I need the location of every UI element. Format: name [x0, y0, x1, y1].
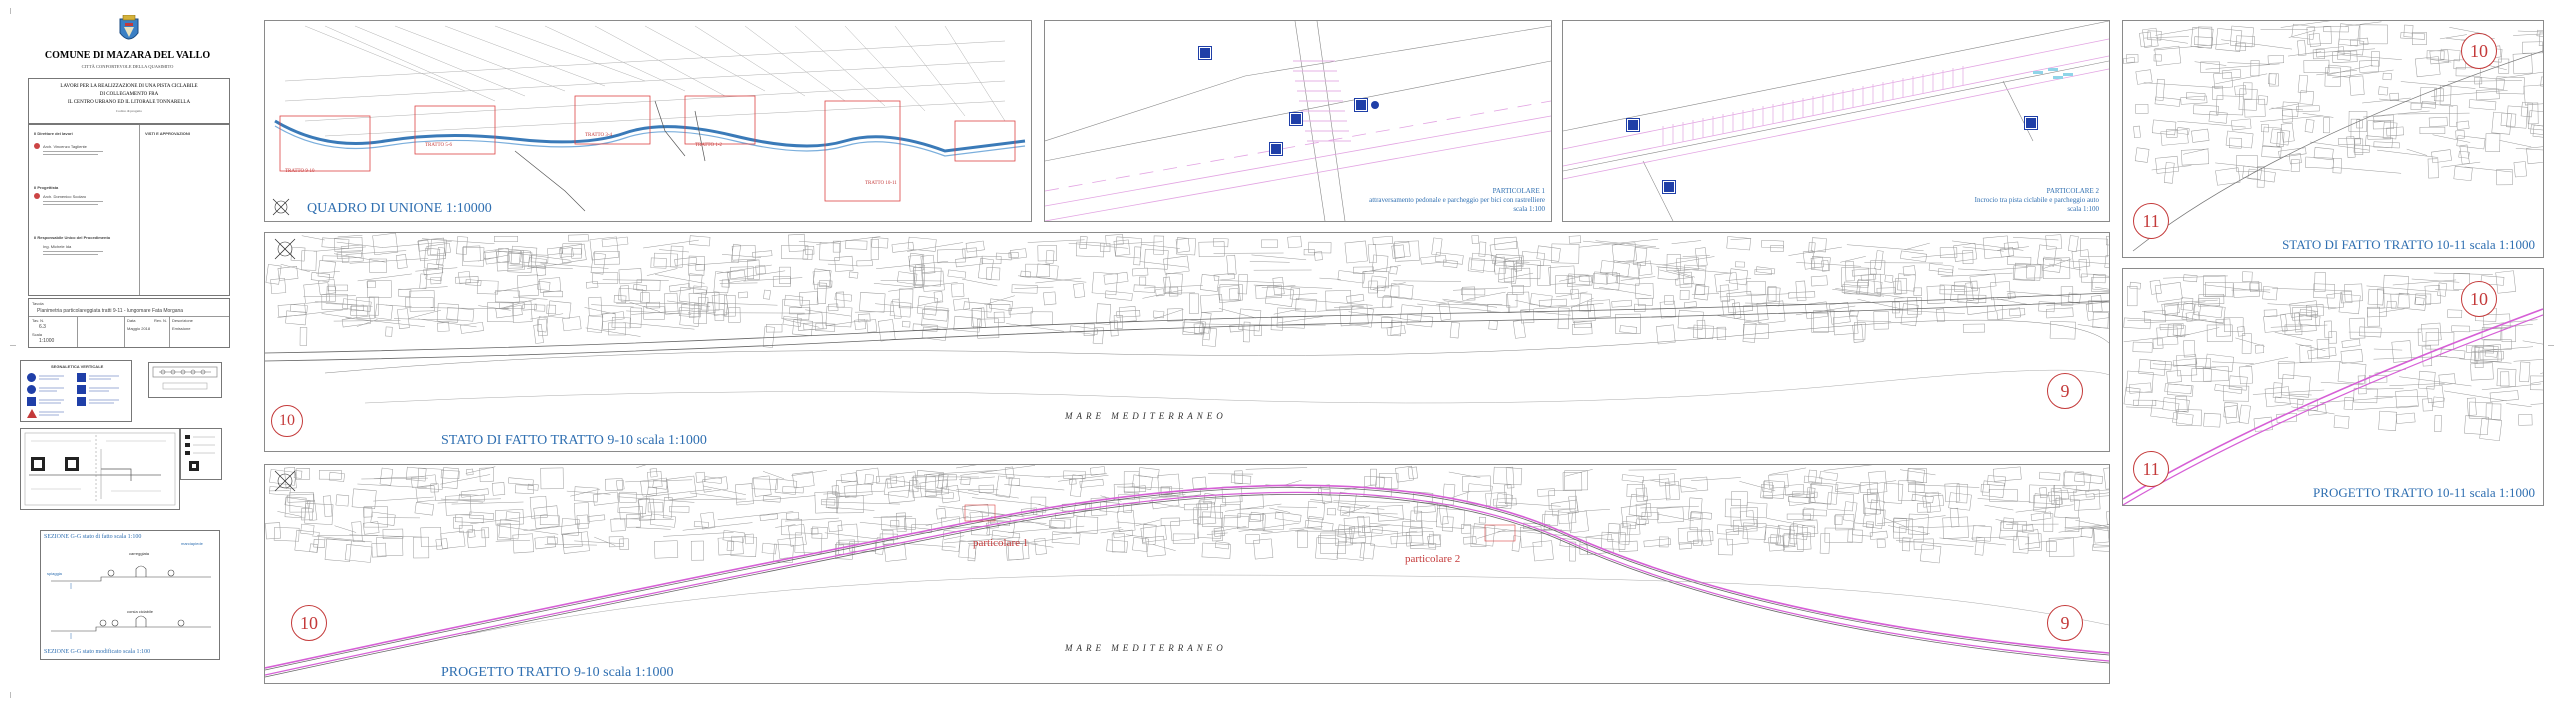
- comune-emblem-icon: [118, 14, 140, 45]
- cycle-sign-icon: [27, 385, 36, 394]
- quadro-tag: TRATTO 9-10: [285, 169, 315, 174]
- particolare-1-title: PARTICOLARE 1: [1492, 187, 1545, 195]
- sea-label: MARE MEDITERRANEO: [1065, 643, 1227, 653]
- project-code: Codice di progetto: [115, 109, 143, 113]
- data-value: Maggio 2018: [127, 326, 151, 331]
- north-arrow-icon: [273, 237, 297, 261]
- frame-tick: [10, 345, 16, 346]
- tract-number-10: 10: [2461, 33, 2497, 69]
- no-entry-sign-icon: [27, 373, 36, 382]
- tract-number-10: 10: [271, 405, 303, 437]
- crossing-sign-icon: [1290, 113, 1302, 125]
- legend-title: SEGNALETICA VERTICALE: [51, 364, 104, 369]
- scala-label: Scala: [32, 332, 43, 337]
- project-line: LAVORI PER LA REALIZZAZIONE DI UNA PISTA…: [60, 84, 198, 89]
- quadro-tag: TRATTO 5-6: [425, 143, 452, 148]
- col-left-title: Il Direttore dei lavori: [34, 131, 73, 136]
- cycle-sign-icon: [1199, 47, 1211, 59]
- municipality-name: COMUNE DI MAZARA DEL VALLO: [44, 50, 211, 61]
- legend-box: SEGNALETICA VERTICALE: [20, 360, 132, 422]
- legend-text-lines: [39, 375, 119, 416]
- scala-value: 1:1000: [39, 338, 55, 344]
- detail-sign-box: [180, 428, 222, 480]
- data-label: Data: [127, 318, 136, 323]
- crossing-sign-icon: [1270, 143, 1282, 155]
- stato-9-10-panel: 10 9 MARE MEDITERRANEO STATO DI FATTO TR…: [264, 232, 2110, 452]
- tract-number-10: 10: [2461, 281, 2497, 317]
- project-line: IL CENTRO URBANO ED IL LITORALE TONNAREL…: [67, 100, 191, 105]
- persons-box: Il Direttore dei lavori VISTI E APPROVAZ…: [28, 124, 230, 296]
- project-box: LAVORI PER LA REALIZZAZIONE DI UNA PISTA…: [28, 78, 230, 124]
- note: Emissione: [172, 326, 191, 331]
- quadro-tag: TRATTO 1-2: [695, 143, 722, 148]
- particolare-2-panel: PARTICOLARE 2 Incrocio tra pista ciclabi…: [1562, 20, 2110, 222]
- person-2: Arch. Domenico Scolaro: [43, 194, 87, 199]
- progetto-10-11-title: PROGETTO TRATTO 10-11 scala 1:1000: [2313, 485, 2535, 500]
- north-arrow-icon: [271, 197, 291, 217]
- stato-10-11-title: STATO DI FATTO TRATTO 10-11 scala 1:1000: [2282, 237, 2535, 252]
- frame-tick: [10, 8, 11, 14]
- particolare-1-panel: PARTICOLARE 1 attraversamento pedonale e…: [1044, 20, 1552, 222]
- particolare-2-desc: Incrocio tra pista ciclabile e parcheggi…: [1974, 196, 2099, 204]
- project-line: DI COLLEGAMENTO FRA: [99, 92, 159, 97]
- particolare-2-title: PARTICOLARE 2: [2046, 187, 2099, 195]
- sea-label: MARE MEDITERRANEO: [1065, 411, 1227, 421]
- section-drawings-box: SEZIONE G-G stato di fatto scala 1:100 S…: [40, 530, 220, 660]
- particolare-2-scale: scala 1:100: [2067, 205, 2099, 213]
- stato-10-11-panel: 10 11 STATO DI FATTO TRATTO 10-11 scala …: [2122, 20, 2544, 258]
- particolare-1-scale: scala 1:100: [1513, 205, 1545, 213]
- frame-tick: [2548, 345, 2554, 346]
- detail-section-box: [20, 428, 180, 510]
- detail-rack: [148, 362, 222, 398]
- cycle-sign-icon: [1663, 181, 1675, 193]
- tav-label: Tav. N.: [32, 318, 45, 323]
- quadro-title: QUADRO DI UNIONE 1:10000: [307, 201, 492, 216]
- person-3: Ing. Michele Ida: [43, 244, 72, 249]
- stamp-icon: [34, 143, 40, 149]
- cycle-sign-icon: [1627, 119, 1639, 131]
- quadro-tag: TRATTO 10-11: [865, 181, 897, 186]
- stato-9-10-title: STATO DI FATTO TRATTO 9-10 scala 1:1000: [441, 433, 707, 448]
- rev-value: Descrizione: [172, 318, 193, 323]
- parking-sign-icon: [2025, 117, 2037, 129]
- section-2: Il Progettista: [34, 185, 59, 190]
- tavola-table: Tavola Planimetria particolareggiata tra…: [28, 298, 230, 348]
- north-arrow-icon: [273, 469, 297, 493]
- tract-number-10: 10: [291, 605, 327, 641]
- person-1: Arch. Vincenzo Tagliente: [43, 144, 87, 149]
- progetto-9-10-panel: particolare 1 particolare 2 10 9 MARE ME…: [264, 464, 2110, 684]
- quadro-di-unione-panel: TRATTO 9-10 TRATTO 5-6 TRATTO 3-4 TRATTO…: [264, 20, 1032, 222]
- stamp-icon: [34, 193, 40, 199]
- particolare-1-tag: particolare 1: [973, 537, 1029, 549]
- warning-sign-icon: [27, 409, 37, 418]
- municipality-subtitle: CITTÀ CONFORTEVOLE DELLA QUASIMITO: [81, 64, 174, 69]
- progetto-9-10-title: PROGETTO TRATTO 9-10 scala 1:1000: [441, 665, 674, 680]
- tract-number-9: 9: [2047, 605, 2083, 641]
- tract-number-9: 9: [2047, 373, 2083, 409]
- tract-number-11: 11: [2133, 451, 2169, 487]
- table-header: Tavola: [32, 301, 44, 306]
- tract-number-11: 11: [2133, 203, 2169, 239]
- quadro-tag: TRATTO 3-4: [585, 133, 612, 138]
- bike-rack-marker-icon: [1371, 101, 1379, 109]
- particolare-1-desc: attraversamento pedonale e parcheggio pe…: [1369, 196, 1545, 204]
- info-sign-icon: [27, 397, 36, 406]
- particolare-2-tag: particolare 2: [1405, 553, 1461, 565]
- tav-value: 6.3: [39, 324, 46, 330]
- table-title: Planimetria particolareggiata tratti 9-1…: [37, 308, 184, 314]
- progetto-10-11-panel: 10 11 PROGETTO TRATTO 10-11 scala 1:1000: [2122, 268, 2544, 506]
- rev-label: Rev. N.: [154, 318, 168, 323]
- frame-tick: [10, 692, 11, 698]
- col-right-title: VISTI E APPROVAZIONI: [145, 131, 190, 136]
- section-3: Il Responsabile Unico del Procedimento: [34, 235, 111, 240]
- bike-rack-sign-icon: [1355, 99, 1367, 111]
